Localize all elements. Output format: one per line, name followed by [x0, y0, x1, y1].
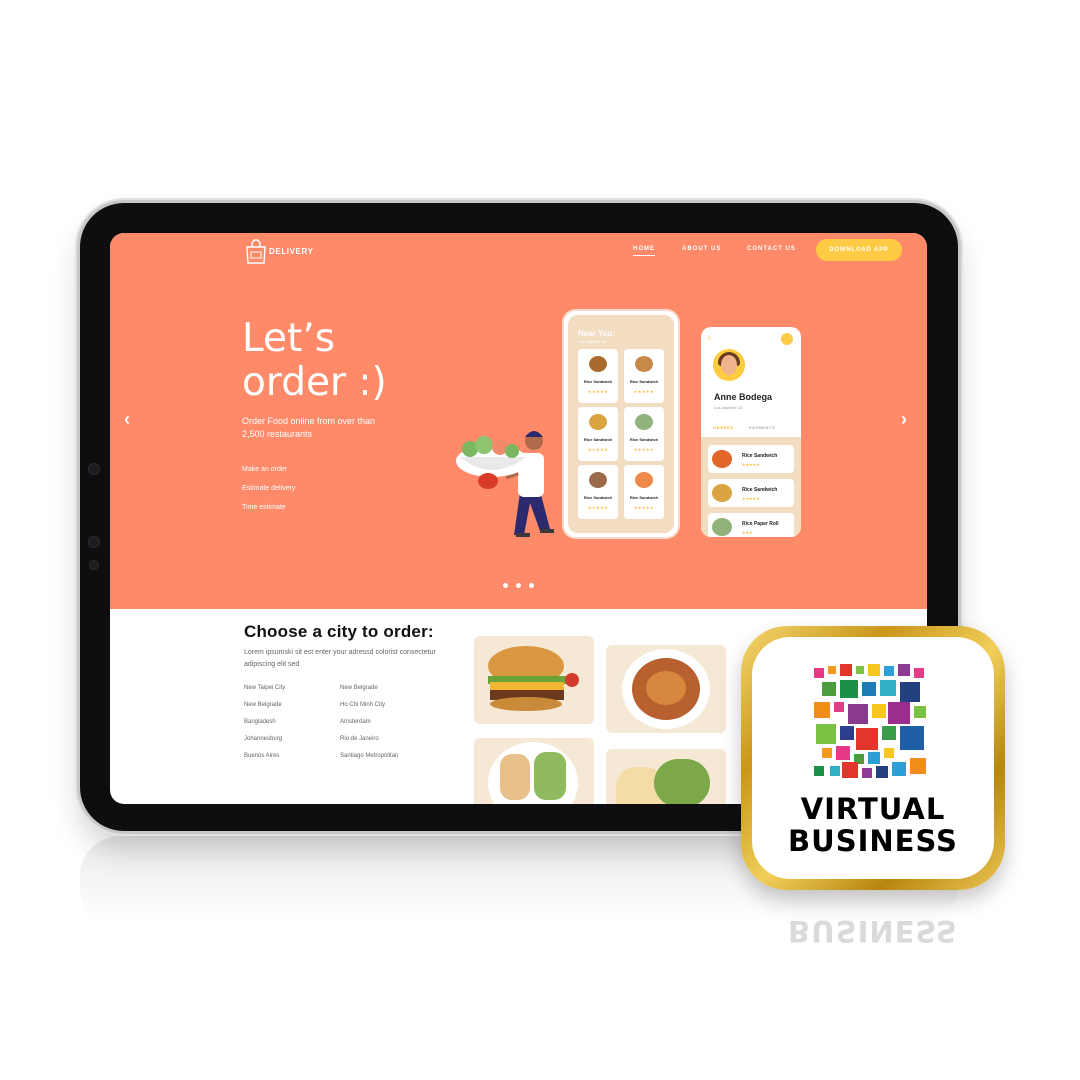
carousel-dot[interactable]	[516, 583, 521, 588]
profile-location: Los Angeles CA	[714, 405, 743, 410]
burger-icon	[488, 646, 579, 711]
food-card[interactable]: Rice Sandwich ★★★★★	[624, 407, 664, 461]
phone-menu-mockup: Near You: Los Angeles CA Rice Sandwich ★…	[564, 311, 678, 537]
delivery-person-illustration	[456, 431, 554, 537]
city-link[interactable]: Bangladesh	[244, 719, 276, 725]
food-card-name: Rice Sandwich	[583, 379, 613, 384]
city-link[interactable]: Johannesburg	[244, 736, 282, 742]
badge-title-line2: BUSINESS	[788, 824, 958, 858]
food-card-rating: ★★★★★	[587, 447, 609, 452]
near-you-title: Near You:	[578, 329, 616, 338]
city-link[interactable]: New Belgrade	[340, 685, 378, 691]
food-card[interactable]: Rice Sandwich ★★★★★	[578, 407, 618, 461]
toast-icon	[500, 754, 530, 800]
choose-city-description: Lorem ipsumski sit est enter your adress…	[244, 649, 436, 668]
food-card-rating: ★★★★★	[633, 505, 655, 510]
nav-contact-link[interactable]: CONTACT US	[747, 246, 796, 252]
burger-icon	[589, 356, 607, 372]
food-card-name: Rice Sandwich	[583, 437, 613, 442]
shopping-bag-logo-icon[interactable]	[244, 239, 268, 265]
food-card[interactable]: Rice Sandwich ★★★★★	[578, 349, 618, 403]
order-rating: ★★★★★	[742, 462, 760, 467]
food-card-rating: ★★★★★	[633, 389, 655, 394]
bowl-icon	[589, 472, 607, 488]
hero-section: DELIVERY HOME ABOUT US CONTACT US DOWNLO…	[110, 233, 927, 609]
tab-orders[interactable]: ORDERS	[713, 425, 734, 430]
tablet-sensor-icon	[88, 536, 100, 548]
order-rating: ★★★★★	[742, 496, 760, 501]
order-item[interactable]: Rice Sandwich ★★★★★	[708, 445, 794, 473]
cart-icon[interactable]	[781, 333, 793, 345]
profile-name: Anne Bodega	[714, 392, 773, 402]
near-you-location: Los Angeles CA	[578, 339, 607, 344]
avocado-icon	[534, 752, 566, 800]
badge-title-line1: VIRTUAL	[800, 792, 946, 826]
make-order-link[interactable]: Make an order	[242, 466, 287, 473]
order-rating: ★★★	[742, 530, 753, 535]
sushi-icon	[635, 472, 653, 488]
hero-subtitle: Order Food online from over than 2,500 r…	[242, 416, 376, 439]
food-card[interactable]: Rice Sandwich ★★★★★	[624, 349, 664, 403]
city-link[interactable]: Santiago Metropolitan	[340, 753, 398, 759]
phone-profile-mockup: ‹ Anne Bodega Los Angeles CA ORDERS PAYM…	[701, 327, 801, 537]
time-estimate-link[interactable]: Time estimate	[242, 504, 286, 511]
taco-icon	[589, 414, 607, 430]
back-arrow-icon[interactable]: ‹	[708, 333, 711, 342]
orders-list: Rice Sandwich ★★★★★ Rice Sandwich ★★★★★ …	[701, 437, 801, 537]
tablet-camera-icon	[88, 463, 100, 475]
tablet-sensor-icon	[89, 560, 99, 570]
order-name: Rice Sandwich	[742, 453, 778, 459]
brand-name[interactable]: DELIVERY	[269, 247, 314, 256]
city-link[interactable]: Rio de Janeiro	[340, 736, 379, 742]
roll-icon	[712, 518, 732, 536]
tab-payments[interactable]: PAYMENTS	[749, 425, 775, 430]
hero-title: Let’s order :)	[242, 316, 387, 405]
taco-icon	[712, 484, 732, 502]
sandwich-icon	[635, 356, 653, 372]
food-card-name: Rice Sandwich	[629, 495, 659, 500]
nav-home-link[interactable]: HOME	[633, 246, 655, 256]
food-card-name: Rice Sandwich	[629, 379, 659, 384]
sushi-icon	[712, 450, 732, 468]
food-card-rating: ★★★★★	[587, 505, 609, 510]
food-card-rating: ★★★★★	[587, 389, 609, 394]
order-name: Rice Sandwich	[742, 487, 778, 493]
food-tile-avocado-toast[interactable]	[474, 738, 594, 804]
food-tile-wraps[interactable]	[606, 749, 726, 804]
noodles-topping	[646, 671, 686, 705]
food-card-name: Rice Sandwich	[629, 437, 659, 442]
carousel-dot[interactable]	[529, 583, 534, 588]
food-card[interactable]: Rice Sandwich ★★★★★	[578, 465, 618, 519]
city-link[interactable]: New Taipei City	[244, 685, 285, 691]
avatar	[713, 349, 745, 381]
city-link[interactable]: Ho Chi Minh City	[340, 702, 385, 708]
estimate-delivery-link[interactable]: Estimate delivery	[242, 485, 295, 492]
order-name: Rice Paper Roll	[742, 521, 779, 527]
badge-reflection: BUSINESS	[788, 914, 958, 948]
city-link[interactable]: Buenos Aires	[244, 753, 279, 759]
food-card[interactable]: Rice Sandwich ★★★★★	[624, 465, 664, 519]
download-app-button[interactable]: DOWNLOAD APP	[816, 239, 902, 261]
carousel-dot[interactable]	[503, 583, 508, 588]
food-tile-noodles[interactable]	[606, 645, 726, 733]
virtual-business-logo-icon	[814, 664, 926, 778]
carousel-next-arrow-icon[interactable]: ›	[901, 409, 907, 430]
food-card-name: Rice Sandwich	[583, 495, 613, 500]
nav-about-link[interactable]: ABOUT US	[682, 246, 721, 252]
order-item[interactable]: Rice Paper Roll ★★★	[708, 513, 794, 537]
food-card-rating: ★★★★★	[633, 447, 655, 452]
city-link[interactable]: Amsterdam	[340, 719, 371, 725]
order-item[interactable]: Rice Sandwich ★★★★★	[708, 479, 794, 507]
food-tile-burger[interactable]	[474, 636, 594, 724]
carousel-prev-arrow-icon[interactable]: ‹	[124, 409, 130, 430]
roll-icon	[635, 414, 653, 430]
choose-city-title: Choose a city to order:	[244, 622, 434, 641]
city-link[interactable]: New Belgrade	[244, 702, 282, 708]
salad-icon	[654, 759, 710, 804]
